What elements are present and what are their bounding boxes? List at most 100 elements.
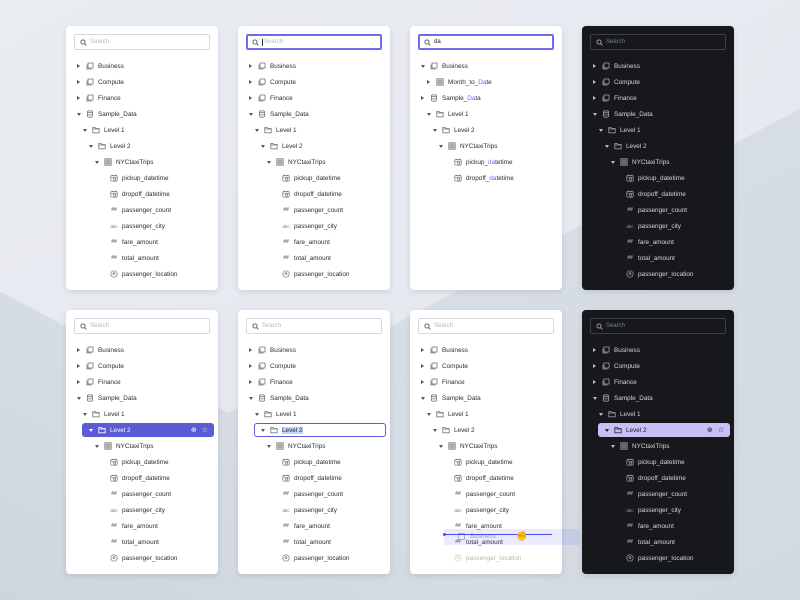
tree-row[interactable]: Business: [238, 58, 390, 74]
chevron-right-icon[interactable]: [593, 80, 596, 84]
tree-row[interactable]: Finance: [410, 374, 562, 390]
tree-row[interactable]: #​#passenger_count: [582, 486, 734, 502]
tree-row[interactable]: passenger_location: [66, 266, 218, 282]
chevron-right-icon[interactable]: [593, 96, 596, 100]
chevron-down-icon[interactable]: [611, 161, 615, 164]
chevron-down-icon[interactable]: [421, 65, 425, 68]
chevron-down-icon[interactable]: [261, 145, 265, 148]
chevron-right-icon[interactable]: [249, 96, 252, 100]
search-input[interactable]: da: [418, 34, 554, 50]
tree-row[interactable]: Level 2: [582, 138, 734, 154]
chevron-right-icon[interactable]: [249, 348, 252, 352]
tree-row[interactable]: dropoff_datetime: [238, 186, 390, 202]
tree-row[interactable]: Sample_Data: [238, 390, 390, 406]
chevron-down-icon[interactable]: [95, 445, 99, 448]
tree-row[interactable]: Compute: [582, 74, 734, 90]
chevron-right-icon[interactable]: [249, 380, 252, 384]
tree-row[interactable]: dropoff_datetime: [582, 186, 734, 202]
search-input[interactable]: Search: [74, 318, 210, 334]
chevron-down-icon[interactable]: [267, 445, 271, 448]
tree-row[interactable]: #​#passenger_count: [410, 486, 562, 502]
chevron-right-icon[interactable]: [77, 80, 80, 84]
tree-row[interactable]: passenger_location: [238, 266, 390, 282]
star-icon[interactable]: ☆: [718, 426, 724, 434]
tree-row[interactable]: Business: [238, 342, 390, 358]
tree-row[interactable]: passenger_location: [582, 266, 734, 282]
tree-row[interactable]: Finance: [66, 90, 218, 106]
tree-row[interactable]: Finance: [238, 374, 390, 390]
tree-row[interactable]: Business: [582, 58, 734, 74]
tree-row[interactable]: NYCtaxiTrips: [582, 154, 734, 170]
search-input[interactable]: Search: [590, 318, 726, 334]
tree-row[interactable]: #​#fare_amount: [66, 234, 218, 250]
chevron-down-icon[interactable]: [249, 397, 253, 400]
chevron-right-icon[interactable]: [421, 96, 424, 100]
tree-row[interactable]: Level 1: [238, 406, 390, 422]
chevron-right-icon[interactable]: [77, 64, 80, 68]
search-input[interactable]: Search: [246, 318, 382, 334]
chevron-right-icon[interactable]: [77, 364, 80, 368]
plus-circle-icon[interactable]: ⊕: [191, 426, 197, 434]
chevron-down-icon[interactable]: [83, 129, 87, 132]
chevron-down-icon[interactable]: [593, 113, 597, 116]
tree-row[interactable]: Level 1: [238, 122, 390, 138]
search-input[interactable]: Search: [74, 34, 210, 50]
tree-row[interactable]: dropoff_datetime: [66, 186, 218, 202]
chevron-down-icon[interactable]: [261, 429, 265, 432]
tree-row[interactable]: Level 1: [582, 122, 734, 138]
tree-row[interactable]: Level 2: [410, 422, 562, 438]
chevron-down-icon[interactable]: [427, 413, 431, 416]
tree-row[interactable]: Compute: [410, 358, 562, 374]
tree-row[interactable]: Level 1: [410, 106, 562, 122]
search-input[interactable]: Search: [418, 318, 554, 334]
tree-row[interactable]: #​#fare_amount: [582, 518, 734, 534]
tree-row[interactable]: pickup_datetime: [238, 170, 390, 186]
tree-row[interactable]: pickup_datetime: [582, 170, 734, 186]
tree-row[interactable]: NYCtaxiTrips: [410, 438, 562, 454]
tree-row[interactable]: passenger_location: [410, 550, 562, 566]
chevron-down-icon[interactable]: [439, 145, 443, 148]
star-icon[interactable]: ☆: [202, 426, 208, 434]
chevron-right-icon[interactable]: [421, 364, 424, 368]
chevron-down-icon[interactable]: [433, 129, 437, 132]
chevron-right-icon[interactable]: [249, 80, 252, 84]
tree-row[interactable]: pickup_datetime: [238, 454, 390, 470]
tree-row[interactable]: abcpassenger_city: [582, 502, 734, 518]
chevron-down-icon[interactable]: [89, 429, 93, 432]
tree-row[interactable]: dropoff_datetime: [410, 470, 562, 486]
chevron-right-icon[interactable]: [77, 96, 80, 100]
plus-circle-icon[interactable]: ⊕: [707, 426, 713, 434]
chevron-right-icon[interactable]: [249, 64, 252, 68]
chevron-down-icon[interactable]: [255, 413, 259, 416]
tree-row[interactable]: Level 1: [66, 406, 218, 422]
chevron-right-icon[interactable]: [593, 348, 596, 352]
tree-row[interactable]: Business: [66, 342, 218, 358]
tree-row[interactable]: Level 1: [410, 406, 562, 422]
chevron-down-icon[interactable]: [421, 397, 425, 400]
tree-row[interactable]: #​#passenger_count: [238, 486, 390, 502]
tree-row[interactable]: pickup_datetime: [410, 154, 562, 170]
tree-row[interactable]: Compute: [66, 74, 218, 90]
tree-row[interactable]: #​#passenger_count: [66, 486, 218, 502]
tree-row[interactable]: Compute: [238, 74, 390, 90]
tree-row[interactable]: Business: [410, 342, 562, 358]
tree-row[interactable]: Finance: [582, 90, 734, 106]
tree-row[interactable]: Compute: [582, 358, 734, 374]
chevron-down-icon[interactable]: [249, 113, 253, 116]
chevron-down-icon[interactable]: [427, 113, 431, 116]
chevron-down-icon[interactable]: [255, 129, 259, 132]
tree-row[interactable]: Finance: [238, 90, 390, 106]
tree-row[interactable]: Level 1: [66, 122, 218, 138]
chevron-down-icon[interactable]: [599, 129, 603, 132]
tree-row[interactable]: passenger_location: [66, 550, 218, 566]
tree-row[interactable]: dropoff_datetime: [66, 470, 218, 486]
tree-row[interactable]: dropoff_datetime: [410, 170, 562, 186]
chevron-right-icon[interactable]: [427, 80, 430, 84]
tree-row[interactable]: NYCtaxiTrips: [66, 438, 218, 454]
chevron-down-icon[interactable]: [89, 145, 93, 148]
tree-row[interactable]: Finance: [582, 374, 734, 390]
chevron-down-icon[interactable]: [611, 445, 615, 448]
tree-row[interactable]: Sample_Data: [582, 106, 734, 122]
tree-row[interactable]: abcpassenger_city: [238, 218, 390, 234]
tree-row[interactable]: #​#total_amount: [238, 250, 390, 266]
